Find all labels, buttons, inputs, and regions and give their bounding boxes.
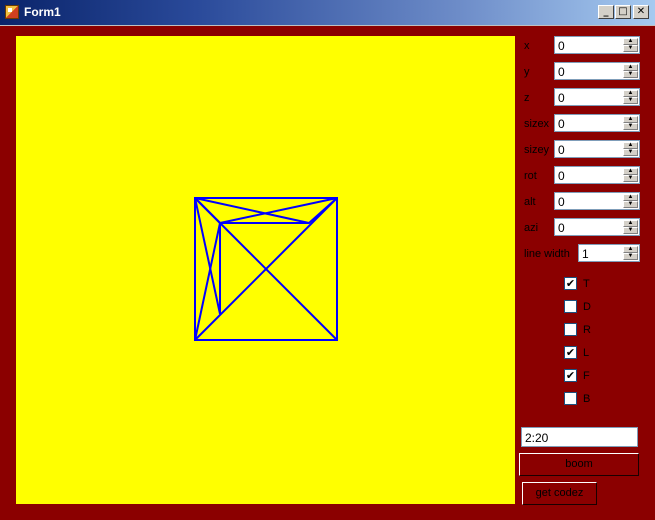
y-spinner: ▲ ▼	[623, 64, 638, 78]
spin-down-icon[interactable]: ▼	[623, 175, 638, 182]
checkbox-front[interactable]: ✔	[564, 369, 577, 382]
alt-numeric-input[interactable]: 0 ▲ ▼	[554, 192, 640, 210]
alt-value: 0	[558, 195, 565, 209]
y-numeric-input[interactable]: 0 ▲ ▼	[554, 62, 640, 80]
line-width-label: line width	[524, 248, 570, 260]
form-window: Form1 _ □ ✕ x 0 ▲ ▼ y 0 ▲ ▼ z 0 ▲ ▼ size…	[0, 0, 655, 520]
line-width-spinner: ▲ ▼	[623, 246, 638, 260]
field-label-sizex: sizex	[524, 118, 550, 130]
inner-edge	[194, 197, 310, 224]
x-spinner: ▲ ▼	[623, 38, 638, 52]
field-label-z: z	[524, 92, 530, 104]
checkbox-left-label: L	[583, 347, 590, 359]
field-label-x: x	[524, 40, 530, 52]
rot-spinner: ▲ ▼	[623, 168, 638, 182]
field-label-y: y	[524, 66, 530, 78]
field-label-sizey: sizey	[524, 144, 550, 156]
sizey-numeric-input[interactable]: 0 ▲ ▼	[554, 140, 640, 158]
spin-down-icon[interactable]: ▼	[623, 201, 638, 208]
window-title: Form1	[24, 5, 61, 19]
sizey-value: 0	[558, 143, 565, 157]
sizex-numeric-input[interactable]: 0 ▲ ▼	[554, 114, 640, 132]
azi-numeric-input[interactable]: 0 ▲ ▼	[554, 218, 640, 236]
spin-up-icon[interactable]: ▲	[623, 64, 638, 71]
title-bar[interactable]: Form1 _ □ ✕	[0, 0, 655, 26]
field-label-azi: azi	[524, 222, 539, 234]
minimize-button[interactable]: _	[598, 5, 614, 19]
azi-value: 0	[558, 221, 565, 235]
maximize-button[interactable]: □	[615, 5, 631, 19]
spin-down-icon[interactable]: ▼	[623, 123, 638, 130]
spin-up-icon[interactable]: ▲	[623, 220, 638, 227]
rot-value: 0	[558, 169, 565, 183]
alt-spinner: ▲ ▼	[623, 194, 638, 208]
spin-down-icon[interactable]: ▼	[623, 227, 638, 234]
line-width-value: 1	[582, 247, 589, 261]
command-text-input[interactable]: 2:20	[521, 427, 638, 447]
spin-up-icon[interactable]: ▲	[623, 194, 638, 201]
y-value: 0	[558, 65, 565, 79]
close-button[interactable]: ✕	[633, 5, 649, 19]
spin-up-icon[interactable]: ▲	[623, 90, 638, 97]
inner-edge	[219, 197, 338, 224]
drawing-canvas	[16, 36, 515, 504]
sizey-spinner: ▲ ▼	[623, 142, 638, 156]
field-label-rot: rot	[524, 170, 537, 182]
spin-down-icon[interactable]: ▼	[623, 253, 638, 260]
spin-down-icon[interactable]: ▼	[623, 149, 638, 156]
checkbox-top-label: T	[583, 278, 590, 290]
x-value: 0	[558, 39, 565, 53]
z-numeric-input[interactable]: 0 ▲ ▼	[554, 88, 640, 106]
wireframe-drawing	[194, 197, 338, 341]
checkbox-front-label: F	[583, 370, 590, 382]
spin-up-icon[interactable]: ▲	[623, 38, 638, 45]
sizex-value: 0	[558, 117, 565, 131]
line-width-numeric-input[interactable]: 1 ▲ ▼	[578, 244, 640, 262]
checkbox-down-label: D	[583, 301, 591, 313]
inner-edge	[194, 197, 221, 315]
checkbox-right-label: R	[583, 324, 591, 336]
spin-up-icon[interactable]: ▲	[623, 142, 638, 149]
spin-up-icon[interactable]: ▲	[623, 116, 638, 123]
spin-up-icon[interactable]: ▲	[623, 246, 638, 253]
x-numeric-input[interactable]: 0 ▲ ▼	[554, 36, 640, 54]
command-text-value: 2:20	[525, 431, 549, 445]
sizex-spinner: ▲ ▼	[623, 116, 638, 130]
rot-numeric-input[interactable]: 0 ▲ ▼	[554, 166, 640, 184]
z-value: 0	[558, 91, 565, 105]
checkbox-left[interactable]: ✔	[564, 346, 577, 359]
app-icon[interactable]	[5, 5, 19, 19]
checkbox-right[interactable]	[564, 323, 577, 336]
checkbox-back[interactable]	[564, 392, 577, 405]
spin-down-icon[interactable]: ▼	[623, 45, 638, 52]
spin-down-icon[interactable]: ▼	[623, 97, 638, 104]
inner-edge	[194, 222, 221, 341]
checkbox-top[interactable]: ✔	[564, 277, 577, 290]
z-spinner: ▲ ▼	[623, 90, 638, 104]
spin-up-icon[interactable]: ▲	[623, 168, 638, 175]
checkbox-back-label: B	[583, 393, 591, 405]
field-label-alt: alt	[524, 196, 536, 208]
get-codez-button[interactable]: get codez	[522, 482, 597, 505]
boom-button[interactable]: boom	[519, 453, 639, 476]
spin-down-icon[interactable]: ▼	[623, 71, 638, 78]
checkbox-down[interactable]	[564, 300, 577, 313]
azi-spinner: ▲ ▼	[623, 220, 638, 234]
